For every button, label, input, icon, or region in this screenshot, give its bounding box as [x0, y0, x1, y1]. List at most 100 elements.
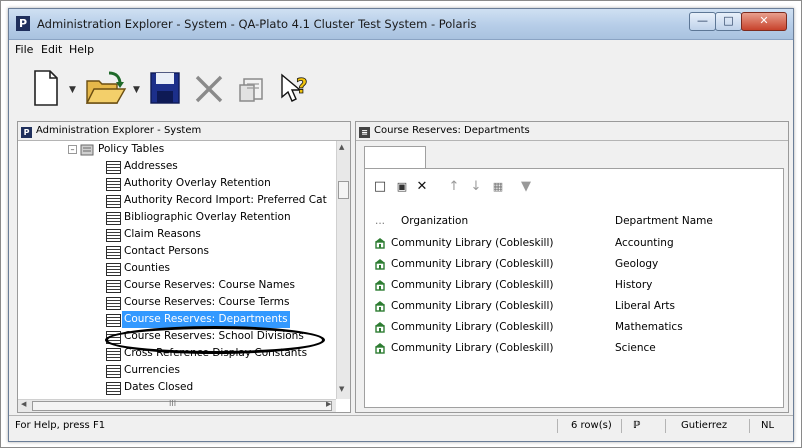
- organization-cell: Community Library (Cobleskill): [391, 258, 554, 270]
- library-icon: [375, 301, 385, 312]
- maximize-button[interactable]: □: [715, 12, 742, 31]
- tree-item-label: Policy Tables: [98, 143, 165, 155]
- department-column-header[interactable]: Department Name: [615, 211, 713, 231]
- organization-cell: Community Library (Cobleskill): [391, 300, 554, 312]
- table-row[interactable]: Community Library (Cobleskill) Accountin…: [371, 233, 775, 254]
- explorer-pane: P Administration Explorer - System – Poli…: [17, 121, 351, 413]
- table-icon: [106, 297, 121, 310]
- save-button[interactable]: [149, 69, 183, 109]
- delete-icon: [195, 75, 223, 103]
- menu-file[interactable]: File: [15, 43, 33, 56]
- table-icon: [106, 365, 121, 378]
- table-row[interactable]: Community Library (Cobleskill) Geology: [371, 254, 775, 275]
- tree-item-label: Addresses: [124, 160, 178, 172]
- move-down-icon[interactable]: ↓: [467, 177, 485, 197]
- filter-icon[interactable]: ▼: [517, 177, 535, 197]
- open-dropdown-icon[interactable]: ▼: [133, 85, 140, 95]
- table-icon: [106, 212, 121, 225]
- new-button[interactable]: [31, 69, 65, 109]
- maximize-icon: □: [723, 14, 734, 27]
- details-tab[interactable]: [364, 146, 426, 169]
- menu-edit[interactable]: Edit: [41, 43, 62, 56]
- polaris-app-icon: P: [16, 16, 30, 31]
- library-icon: [375, 238, 385, 249]
- organization-cell: Community Library (Cobleskill): [391, 321, 554, 333]
- table-row[interactable]: Community Library (Cobleskill) Science: [371, 338, 775, 359]
- scroll-grip-mark: III: [169, 399, 177, 408]
- title-bar[interactable]: P Administration Explorer - System - QA-…: [9, 9, 793, 40]
- details-pane: ≡ Course Reserves: Departments □ ▣ ✕ ↑ ↓ …: [355, 121, 789, 413]
- polaris-small-icon: P: [21, 127, 32, 138]
- application-window: P Administration Explorer - System - QA-…: [8, 8, 794, 442]
- open-folder-icon: [85, 71, 127, 104]
- scroll-down-icon[interactable]: ▼: [339, 385, 344, 393]
- tree-horizontal-scrollbar[interactable]: ◀ III ▶: [18, 399, 336, 412]
- tree-item-label: Course Reserves: Departments: [122, 311, 290, 328]
- tree-item-label: Dates Closed: [124, 381, 194, 393]
- table-icon: [106, 263, 121, 276]
- properties-button[interactable]: [237, 69, 271, 109]
- details-pane-title: Course Reserves: Departments: [374, 125, 530, 136]
- status-help-text: For Help, press F1: [15, 420, 106, 431]
- delete-button[interactable]: [193, 69, 227, 109]
- main-toolbar: ▼ ▼ ?: [9, 61, 793, 119]
- scroll-left-icon[interactable]: ◀: [21, 400, 26, 408]
- table-icon: [106, 382, 121, 395]
- table-icon: [106, 178, 121, 191]
- table-row[interactable]: Community Library (Cobleskill) Liberal A…: [371, 296, 775, 317]
- organization-cell: Community Library (Cobleskill): [391, 279, 554, 291]
- tree-item-label: Course Reserves: School Divisions: [124, 330, 304, 342]
- minimize-button[interactable]: —: [689, 12, 716, 31]
- vertical-scroll-thumb[interactable]: [338, 181, 349, 199]
- menu-bar: File Edit Help: [9, 40, 793, 59]
- status-separator: [665, 419, 666, 433]
- library-icon: [375, 322, 385, 333]
- window-title: Administration Explorer - System - QA-Pl…: [37, 17, 477, 31]
- explorer-pane-header: P Administration Explorer - System: [18, 122, 350, 141]
- properties-icon: [239, 78, 263, 102]
- tree-item-label: Bibliographic Overlay Retention: [124, 211, 291, 223]
- row-marker-header: ...: [375, 215, 386, 227]
- table-icon: [106, 314, 121, 327]
- details-pane-header: ≡ Course Reserves: Departments: [356, 122, 788, 141]
- department-cell: Science: [615, 342, 656, 354]
- scroll-right-icon[interactable]: ▶: [326, 400, 331, 408]
- save-icon: [150, 72, 180, 104]
- scroll-up-icon[interactable]: ▲: [339, 143, 344, 151]
- tree-item-label: Authority Overlay Retention: [124, 177, 271, 189]
- help-button[interactable]: ?: [279, 69, 313, 109]
- move-up-icon[interactable]: ↑: [445, 177, 463, 197]
- library-icon: [375, 280, 385, 291]
- tree-item-label: Claim Reasons: [124, 228, 201, 240]
- delete-icon[interactable]: ✕: [413, 177, 431, 197]
- table-icon: [106, 280, 121, 293]
- new-dropdown-icon[interactable]: ▼: [69, 85, 76, 95]
- organization-column-header[interactable]: Organization: [401, 211, 468, 231]
- tree-item-label: Course Reserves: Course Terms: [124, 296, 290, 308]
- department-cell: History: [615, 279, 653, 291]
- collapse-toggle-icon[interactable]: –: [68, 145, 77, 154]
- status-separator: [557, 419, 558, 433]
- table-row[interactable]: Community Library (Cobleskill) Mathemati…: [371, 317, 775, 338]
- table-row[interactable]: Community Library (Cobleskill) History: [371, 275, 775, 296]
- horizontal-scroll-thumb[interactable]: III: [32, 399, 332, 411]
- tree-item-label: Contact Persons: [124, 245, 209, 257]
- close-button[interactable]: ✕: [741, 12, 787, 31]
- help-icon: ?: [281, 73, 308, 102]
- organization-cell: Community Library (Cobleskill): [391, 342, 554, 354]
- insert-icon[interactable]: ▦: [489, 177, 507, 197]
- explorer-pane-title: Administration Explorer - System: [36, 125, 202, 136]
- new-icon[interactable]: □: [371, 177, 389, 197]
- open-button[interactable]: [85, 69, 129, 109]
- library-icon: [375, 259, 385, 270]
- table-small-icon: ≡: [359, 127, 370, 138]
- tree-item-label: Authority Record Import: Preferred Cat: [124, 194, 327, 206]
- explorer-tree[interactable]: – Policy Tables Addresses Authority Over…: [18, 141, 336, 399]
- table-icon: [106, 246, 121, 259]
- menu-help[interactable]: Help: [69, 43, 94, 56]
- department-cell: Liberal Arts: [615, 300, 675, 312]
- tree-vertical-scrollbar[interactable]: ▲ ▼: [336, 141, 350, 399]
- table-icon: [106, 161, 121, 174]
- view-icon[interactable]: ▣: [393, 177, 411, 197]
- close-icon: ✕: [759, 14, 769, 27]
